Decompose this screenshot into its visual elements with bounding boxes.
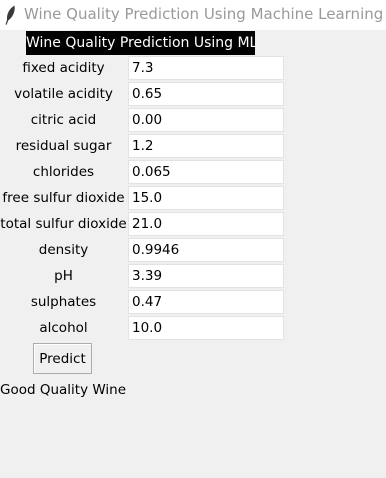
input-alcohol[interactable] bbox=[128, 316, 284, 340]
input-fixed-acidity[interactable] bbox=[128, 56, 284, 80]
feather-icon bbox=[5, 5, 15, 25]
label-volatile-acidity: volatile acidity bbox=[14, 86, 113, 102]
input-volatile-acidity[interactable] bbox=[128, 82, 284, 106]
input-chlorides[interactable] bbox=[128, 160, 284, 184]
input-sulphates[interactable] bbox=[128, 290, 284, 314]
input-density[interactable] bbox=[128, 238, 284, 262]
label-chlorides: chlorides bbox=[32, 164, 95, 180]
window-title: Wine Quality Prediction Using Machine Le… bbox=[24, 5, 384, 23]
label-total-sulfur-dioxide: total sulfur dioxide bbox=[0, 216, 127, 232]
label-free-sulfur-dioxide: free sulfur dioxide bbox=[2, 190, 125, 206]
label-fixed-acidity: fixed acidity bbox=[22, 60, 105, 76]
label-density: density bbox=[38, 242, 89, 258]
input-ph[interactable] bbox=[128, 264, 284, 288]
input-total-sulfur-dioxide[interactable] bbox=[128, 212, 284, 236]
title-bar: Wine Quality Prediction Using Machine Le… bbox=[0, 0, 386, 30]
input-free-sulfur-dioxide[interactable] bbox=[128, 186, 284, 210]
page-heading: Wine Quality Prediction Using ML bbox=[26, 31, 255, 55]
input-residual-sugar[interactable] bbox=[128, 134, 284, 158]
label-alcohol: alcohol bbox=[39, 320, 88, 336]
input-citric-acid[interactable] bbox=[128, 108, 284, 132]
label-citric-acid: citric acid bbox=[30, 112, 97, 128]
predict-button[interactable]: Predict bbox=[33, 343, 92, 374]
prediction-result: Good Quality Wine bbox=[0, 382, 127, 398]
label-ph: pH bbox=[54, 268, 73, 284]
label-residual-sugar: residual sugar bbox=[15, 138, 112, 154]
label-sulphates: sulphates bbox=[30, 294, 97, 310]
